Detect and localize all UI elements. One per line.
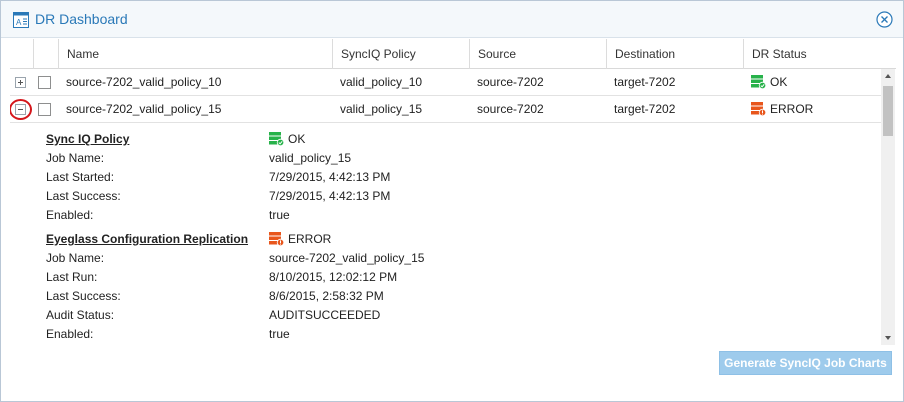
detail-label: Enabled: — [46, 327, 94, 341]
header-select-column — [33, 39, 58, 69]
ok-status-icon — [269, 132, 284, 146]
status-text: ERROR — [770, 102, 814, 116]
header-dr-status[interactable]: DR Status — [743, 39, 896, 69]
ok-status-icon — [751, 75, 766, 89]
row-synciq-policy: valid_policy_10 — [340, 75, 423, 89]
detail-value: 8/6/2015, 2:58:32 PM — [269, 289, 384, 303]
scroll-down-arrow-icon[interactable] — [881, 331, 895, 345]
row-dr-status: OK — [743, 69, 787, 96]
detail-value: true — [269, 208, 290, 222]
detail-label: Last Started: — [46, 170, 115, 184]
detail-value: 7/29/2015, 4:42:13 PM — [269, 170, 391, 184]
table-row[interactable]: source-7202_valid_policy_15 valid_policy… — [10, 96, 882, 123]
scroll-up-arrow-icon[interactable] — [881, 69, 895, 83]
row-name: source-7202_valid_policy_10 — [66, 75, 222, 89]
dr-dashboard-window: A DR Dashboard Name SyncIQ Policy Source… — [0, 0, 904, 402]
detail-value: 8/10/2015, 12:02:12 PM — [269, 270, 398, 284]
dr-status-grid: Name SyncIQ Policy Source Destination DR… — [10, 39, 896, 345]
status-text: ERROR — [288, 232, 332, 246]
table-row[interactable]: source-7202_valid_policy_10 valid_policy… — [10, 69, 882, 96]
title-bar: A DR Dashboard — [1, 1, 903, 38]
close-circle-icon[interactable] — [876, 11, 893, 28]
synciq-section-title: Sync IQ Policy — [46, 132, 130, 146]
status-text: OK — [288, 132, 306, 146]
header-name[interactable]: Name — [58, 39, 332, 69]
detail-label: Last Success: — [46, 289, 121, 303]
detail-label: Audit Status: — [46, 308, 115, 322]
status-text: OK — [770, 75, 788, 89]
row-name: source-7202_valid_policy_15 — [66, 102, 222, 116]
detail-label: Enabled: — [46, 208, 94, 222]
row-dr-status: ERROR — [743, 96, 813, 123]
row-source: source-7202 — [477, 75, 544, 89]
row-checkbox[interactable] — [38, 103, 51, 116]
collapse-row-button[interactable] — [15, 104, 26, 115]
detail-value: source-7202_valid_policy_15 — [269, 251, 425, 265]
row-checkbox[interactable] — [38, 76, 51, 89]
dashboard-icon: A — [13, 12, 29, 28]
grid-header: Name SyncIQ Policy Source Destination DR… — [10, 39, 896, 69]
row-detail-panel: Sync IQ Policy OK Job Name: valid_policy… — [10, 125, 882, 345]
detail-value: AUDITSUCCEEDED — [269, 308, 381, 322]
vertical-scrollbar[interactable] — [881, 69, 895, 345]
header-expander-column — [10, 39, 33, 69]
header-synciq-policy[interactable]: SyncIQ Policy — [332, 39, 469, 69]
svg-text:A: A — [16, 18, 22, 27]
generate-synciq-job-charts-button[interactable]: Generate SyncIQ Job Charts — [719, 351, 892, 375]
detail-value: true — [269, 327, 290, 341]
header-destination[interactable]: Destination — [606, 39, 743, 69]
row-synciq-policy: valid_policy_15 — [340, 102, 423, 116]
detail-value: 7/29/2015, 4:42:13 PM — [269, 189, 391, 203]
eyeglass-section-title: Eyeglass Configuration Replication — [46, 232, 249, 246]
row-source: source-7202 — [477, 102, 544, 116]
header-source[interactable]: Source — [469, 39, 606, 69]
expand-row-button[interactable] — [15, 77, 26, 88]
detail-label: Last Run: — [46, 270, 98, 284]
synciq-status: OK — [269, 130, 305, 149]
detail-label: Last Success: — [46, 189, 121, 203]
error-status-icon — [751, 102, 766, 116]
detail-value: valid_policy_15 — [269, 151, 352, 165]
window-title: DR Dashboard — [35, 11, 128, 27]
detail-label: Job Name: — [46, 251, 105, 265]
scroll-thumb[interactable] — [883, 86, 893, 136]
detail-label: Job Name: — [46, 151, 105, 165]
error-status-icon — [269, 232, 284, 246]
row-destination: target-7202 — [614, 102, 676, 116]
eyeglass-status: ERROR — [269, 230, 331, 249]
row-destination: target-7202 — [614, 75, 676, 89]
